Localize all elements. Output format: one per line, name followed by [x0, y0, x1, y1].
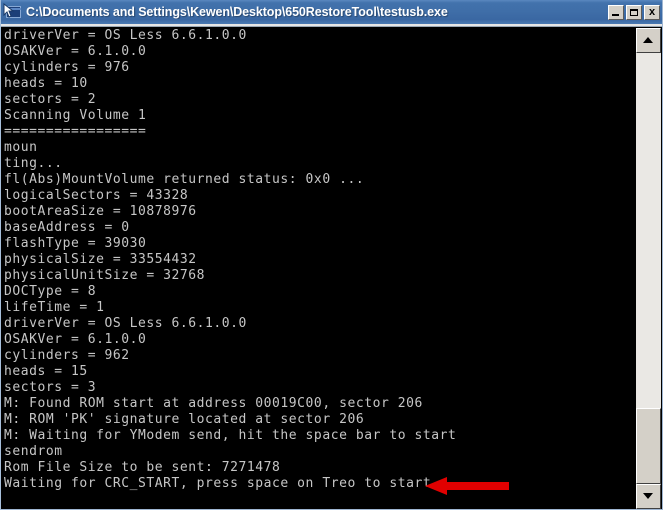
console-line: driverVer = OS Less 6.6.1.0.0 — [4, 316, 247, 331]
scroll-up-arrow-icon[interactable] — [636, 28, 661, 53]
console-line: DOCType = 8 — [4, 284, 97, 299]
minimize-icon — [612, 13, 619, 16]
title-bar[interactable]: C:\Documents and Settings\Kewen\Desktop\… — [1, 0, 662, 24]
minimize-button[interactable] — [608, 4, 624, 20]
titlebar-divider — [1, 24, 662, 27]
scroll-down-arrow-icon[interactable] — [636, 484, 661, 509]
console-line: cylinders = 962 — [4, 348, 130, 363]
console-output-area[interactable]: driverVer = OS Less 6.6.1.0.0 OSAKVer = 6… — [2, 28, 638, 509]
console-line: M: Found ROM start at address 00019C00, … — [4, 396, 423, 411]
console-line: M: ROM 'PK' signature located at sector … — [4, 412, 365, 427]
console-line: Scanning Volume 1 — [4, 108, 147, 123]
maximize-icon — [630, 8, 638, 16]
console-line: physicalUnitSize = 32768 — [4, 268, 206, 283]
console-line: baseAddress = 0 — [4, 220, 130, 235]
maximize-button[interactable] — [626, 4, 642, 20]
console-line: sectors = 3 — [4, 380, 97, 395]
console-line: Waiting for CRC_START, press space on Tr… — [4, 476, 440, 491]
console-line: sectors = 2 — [4, 92, 97, 107]
console-line: fl(Abs)MountVolume returned status: 0x0 … — [4, 172, 365, 187]
console-line: physicalSize = 33554432 — [4, 252, 197, 267]
close-icon: x — [648, 5, 656, 18]
window-title: C:\Documents and Settings\Kewen\Desktop\… — [26, 5, 448, 19]
vertical-scrollbar[interactable] — [636, 28, 661, 509]
console-line: heads = 15 — [4, 364, 88, 379]
mouse-cursor-icon — [3, 3, 15, 18]
window-button-group: x — [606, 4, 660, 20]
scrollbar-thumb[interactable] — [636, 408, 661, 484]
console-line: driverVer = OS Less 6.6.1.0.0 — [4, 28, 247, 43]
close-button[interactable]: x — [644, 4, 660, 20]
console-line: ting... — [4, 156, 63, 171]
console-line: Rom File Size to be sent: 7271478 — [4, 460, 281, 475]
console-line: logicalSectors = 43328 — [4, 188, 189, 203]
console-text: driverVer = OS Less 6.6.1.0.0 OSAKVer = 6… — [4, 28, 456, 492]
console-line: cylinders = 976 — [4, 60, 130, 75]
console-line: ================= — [4, 124, 147, 139]
console-line: M: Waiting for YModem send, hit the spac… — [4, 428, 457, 443]
console-line: OSAKVer = 6.1.0.0 — [4, 44, 147, 59]
console-line: bootAreaSize = 10878976 — [4, 204, 197, 219]
console-line: heads = 10 — [4, 76, 88, 91]
console-window-icon — [3, 3, 23, 21]
console-line: sendrom — [4, 444, 63, 459]
console-line: lifeTime = 1 — [4, 300, 105, 315]
console-line: flashType = 39030 — [4, 236, 147, 251]
console-line: OSAKVer = 6.1.0.0 — [4, 332, 147, 347]
console-window: C:\Documents and Settings\Kewen\Desktop\… — [0, 0, 663, 510]
console-line: moun — [4, 140, 38, 155]
